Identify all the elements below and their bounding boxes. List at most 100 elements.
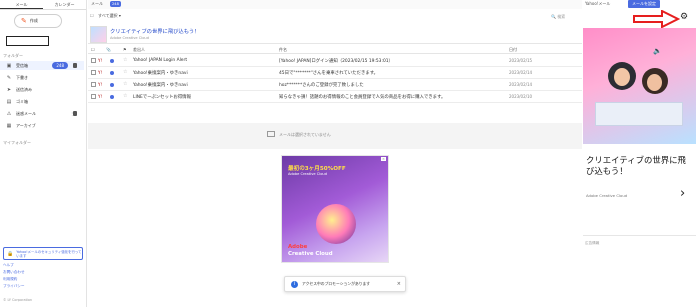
star-icon[interactable]: ☆ <box>123 57 127 63</box>
gear-icon[interactable]: ⚙ <box>680 12 688 22</box>
header-from[interactable]: 差出人 <box>133 47 145 53</box>
select-label: すべて選択 <box>98 13 118 18</box>
top-bar: メール 248 <box>88 0 582 9</box>
promo-banner[interactable]: クリエイティブの世界に飛び込もう！ Adobe Creative Cloud <box>88 25 582 44</box>
row-subject: 知らなきゃ損！話題のお得情報のこと会員登録で人気の商品をお得に購入できます。 <box>279 95 446 100</box>
laptop-graphic <box>595 102 683 126</box>
right-top-bar: Yahoo!メール メールを設定 <box>583 0 699 9</box>
select-checkbox-icon[interactable]: ☐ <box>90 13 94 18</box>
ad-title: クリエイティブの世界に飛び込もう！ <box>586 155 686 176</box>
folder-label: 迷惑メール <box>16 110 36 116</box>
table-row[interactable]: Y! ☆ Yahoo!乗換案内・ゆきnavi hoz*******さんのご登録が… <box>88 79 582 91</box>
notification-toast[interactable]: i アクセス中のプロモーションがあります × <box>284 276 406 292</box>
security-notice[interactable]: 🔒 Yahoo!メールのセキュリティ強化を行っています <box>3 247 83 260</box>
yahoo-icon: Y! <box>98 70 103 75</box>
mail-icon <box>267 131 275 137</box>
draft-icon: ✎ <box>6 74 12 81</box>
sidebar-item-trash[interactable]: ▤ ゴミ箱 <box>0 97 84 106</box>
header-checkbox-icon[interactable]: ☐ <box>91 47 95 52</box>
unread-dot-icon <box>110 71 114 75</box>
sidebar-item-archive[interactable]: ▦ アーカイブ <box>0 121 84 130</box>
table-row[interactable]: Y! ☆ Yahoo!乗換案内・ゆきnavi 45日で"*******"さんを乗… <box>88 67 582 79</box>
promo-title[interactable]: クリエイティブの世界に飛び込もう！ <box>110 27 199 35</box>
preview-empty-state: メールは選択されていません <box>88 123 582 149</box>
folder-label: アーカイブ <box>16 122 36 128</box>
info-icon: i <box>291 280 298 288</box>
help-link[interactable]: ヘルプ <box>3 263 14 268</box>
empty-text: メールは選択されていません <box>279 132 331 137</box>
sidebar: メール カレンダー ✎ 作成 フォルダー ▣ 受信箱 248 ✎ 下書き ➤ 送… <box>0 0 87 307</box>
tab-calendar[interactable]: カレンダー <box>43 0 86 9</box>
search-input[interactable]: 🔍 検索 <box>551 14 565 20</box>
divider <box>583 235 696 236</box>
spam-icon: ⚠ <box>6 110 12 117</box>
row-checkbox[interactable] <box>91 58 96 63</box>
folder-label: ゴミ箱 <box>16 98 28 104</box>
row-from: LINEでーぷンセットお得情報 <box>133 95 191 100</box>
sidebar-item-drafts[interactable]: ✎ 下書き <box>0 73 84 82</box>
table-row[interactable]: Y! ☆ Yahoo! JAPAN Login Alert [Yahoo! JA… <box>88 55 582 67</box>
row-date: 2023/02/14 <box>509 70 533 75</box>
annotation-arrow-icon <box>633 10 680 28</box>
unread-dot-icon <box>110 95 114 99</box>
compose-label: 作成 <box>29 18 38 23</box>
header-date[interactable]: 日付 <box>509 47 517 53</box>
star-icon[interactable]: ☆ <box>123 69 127 75</box>
pencil-icon: ✎ <box>21 16 27 25</box>
toast-close-icon[interactable]: × <box>397 281 401 287</box>
sidebar-item-spam[interactable]: ⚠ 迷惑メール ⋮ <box>0 109 84 118</box>
header-subject[interactable]: 件名 <box>279 47 287 53</box>
contact-link[interactable]: お問い合わせ <box>3 270 25 275</box>
tab-label[interactable]: メール <box>91 1 103 7</box>
row-checkbox[interactable] <box>91 94 96 99</box>
privacy-link[interactable]: プライバシー <box>3 284 25 289</box>
center-advertisement[interactable]: × 最初の3ヶ月50%OFF Adobe Creative Cloud Adob… <box>281 155 389 263</box>
ad-title: 最初の3ヶ月50%OFF <box>288 166 346 172</box>
row-checkbox[interactable] <box>91 70 96 75</box>
row-subject: 45日で"*******"さんを乗車されていただきます。 <box>279 71 379 76</box>
right-panel: Yahoo!メール メールを設定 🔈 クリエイティブの世界に飛び込もう！ Ado… <box>583 0 699 307</box>
select-dropdown[interactable]: すべて選択 ▾ <box>98 13 121 19</box>
row-from: Yahoo! JAPAN Login Alert <box>133 58 188 63</box>
person-face <box>647 74 662 91</box>
compose-button[interactable]: ✎ 作成 <box>14 14 62 28</box>
unread-count-badge: 248 <box>52 62 68 69</box>
flag-icon: ⚑ <box>123 47 127 52</box>
count-badge: 248 <box>110 1 121 7</box>
tab-mail[interactable]: メール <box>0 0 43 9</box>
folder-label: 送信済み <box>16 86 32 92</box>
star-icon[interactable]: ☆ <box>123 93 127 99</box>
sidebar-item-sent[interactable]: ➤ 送信済み <box>0 85 84 94</box>
unread-dot-icon <box>110 83 114 87</box>
sidebar-tabs: メール カレンダー <box>0 0 86 10</box>
folder-label: 受信箱 <box>16 62 28 68</box>
star-icon[interactable]: ☆ <box>123 81 127 87</box>
row-from: Yahoo!乗換案内・ゆきnavi <box>133 71 188 76</box>
list-header: ☐ 📎 ⚑ 差出人 件名 日付 <box>88 46 582 54</box>
sidebar-search-box[interactable] <box>6 36 49 46</box>
toast-text: アクセス中のプロモーションがあります <box>302 281 371 286</box>
row-date: 2023/02/14 <box>509 82 533 87</box>
right-advertisement[interactable]: 🔈 クリエイティブの世界に飛び込もう！ Adobe Creative Cloud… <box>583 28 699 280</box>
ad-artwork <box>316 204 356 244</box>
terms-link[interactable]: 利用規約 <box>3 277 17 282</box>
ad-subtitle: Adobe Creative Cloud <box>288 172 327 176</box>
table-row[interactable]: Y! ☆ LINEでーぷンセットお得情報 知らなきゃ損！話題のお得情報のこと会員… <box>88 91 582 103</box>
main-area: メール 248 ☐ すべて選択 ▾ 🔍 検索 クリエイティブの世界に飛び込もう！… <box>88 0 582 307</box>
trash-icon: ▤ <box>6 98 12 105</box>
ad-close-icon[interactable]: × <box>380 157 386 161</box>
inbox-icon: ▣ <box>6 62 12 69</box>
row-checkbox[interactable] <box>91 82 96 87</box>
archive-icon: ▦ <box>6 122 12 129</box>
right-top-link[interactable]: Yahoo!メール <box>585 1 610 7</box>
row-date: 2023/02/10 <box>509 94 533 99</box>
settings-button[interactable]: メールを設定 <box>628 0 660 8</box>
chevron-right-icon[interactable]: › <box>680 186 685 201</box>
trash-bin-icon[interactable] <box>73 111 77 116</box>
yahoo-icon: Y! <box>98 58 103 63</box>
attachment-icon: 📎 <box>106 47 111 52</box>
ad-info-label: 広告情報 <box>585 241 600 245</box>
sidebar-item-inbox[interactable]: ▣ 受信箱 248 <box>0 61 84 70</box>
speaker-icon[interactable]: 🔈 <box>653 47 662 55</box>
yahoo-icon: Y! <box>98 94 103 99</box>
